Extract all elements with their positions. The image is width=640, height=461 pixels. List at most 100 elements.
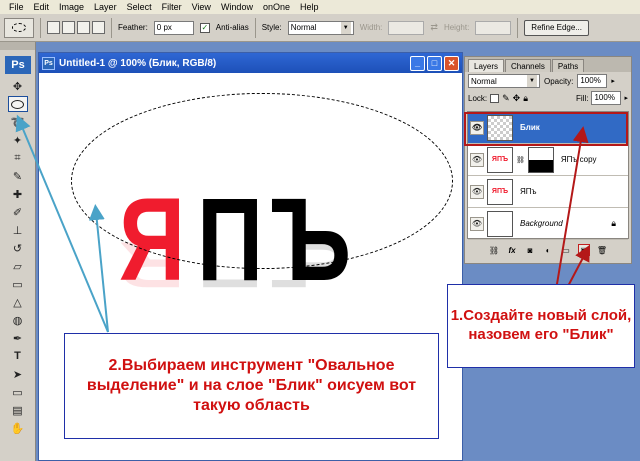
menu-view[interactable]: View — [187, 0, 216, 14]
selection-mode-group — [47, 21, 105, 34]
document-title: Untitled-1 @ 100% (Блик, RGB/8) — [59, 57, 217, 69]
menu-help[interactable]: Help — [295, 0, 324, 14]
healing-brush-tool-icon[interactable]: ✚ — [8, 186, 28, 202]
new-selection-button[interactable] — [47, 21, 60, 34]
crop-tool-icon[interactable]: ⌗ — [8, 150, 28, 166]
eye-icon[interactable]: 👁︎ — [470, 216, 484, 231]
menu-window[interactable]: Window — [216, 0, 258, 14]
layers-footer: ⛓ fx ◙ ◐ ▭ ▣ 🗑︎ — [467, 241, 629, 259]
type-tool-icon[interactable]: T — [8, 348, 28, 364]
layer-thumbnail — [487, 210, 513, 237]
brush-tool-icon[interactable]: ✐ — [8, 204, 28, 220]
antialias-checkbox[interactable]: ✓ — [199, 22, 210, 33]
shape-tool-icon[interactable]: ▭ — [8, 384, 28, 400]
add-selection-button[interactable] — [62, 21, 75, 34]
path-selection-tool-icon[interactable]: ➤ — [8, 366, 28, 382]
tool-preset-picker[interactable] — [4, 17, 34, 38]
menu-layer[interactable]: Layer — [89, 0, 122, 14]
fx-icon[interactable]: fx — [506, 244, 518, 256]
opacity-label: Opacity: — [544, 76, 574, 86]
tools-panel: Ps ✥ ➰ ✦ ⌗ ✎ ✚ ✐ ⊥ ↺ ▱ ▭ △ ◍ ✒ T ➤ ▭ ▤ ✋ — [0, 42, 36, 461]
hand-tool-icon[interactable]: ✋ — [8, 420, 28, 436]
menu-file[interactable]: File — [4, 0, 29, 14]
divider — [517, 17, 519, 38]
pen-tool-icon[interactable]: ✒ — [8, 330, 28, 346]
window-buttons: _ □ ✕ — [410, 55, 462, 71]
feather-input[interactable]: 0 px — [153, 20, 194, 35]
selected-layer-highlight — [464, 112, 628, 146]
tab-layers[interactable]: Layers — [468, 59, 505, 72]
ps-document-icon: Ps — [42, 56, 55, 70]
layer-thumbnail: ЯПЪ — [487, 146, 513, 173]
move-tool-icon[interactable]: ✥ — [8, 78, 28, 94]
opacity-input[interactable]: 100% — [577, 74, 608, 88]
move-lock-icon[interactable]: ✥ — [513, 93, 521, 104]
layers-panel-tabs: Layers Channels Paths — [465, 57, 631, 72]
notes-tool-icon[interactable]: ▤ — [8, 402, 28, 418]
trash-icon[interactable]: 🗑︎ — [596, 244, 608, 256]
chevron-down-icon: ▼ — [340, 21, 351, 34]
tab-channels[interactable]: Channels — [505, 59, 551, 72]
fill-arrow-icon[interactable]: ▸ — [624, 94, 628, 102]
opacity-arrow-icon[interactable]: ▸ — [611, 77, 615, 85]
layer-name: ЯПъ — [520, 187, 537, 196]
elliptical-selection — [71, 93, 453, 269]
mask-icon[interactable]: ◙ — [524, 244, 536, 256]
height-label: Height: — [443, 23, 470, 32]
eye-icon[interactable]: 👁︎ — [470, 152, 484, 167]
lock-transparency-checkbox[interactable] — [490, 93, 500, 103]
fill-label: Fill: — [576, 93, 589, 103]
group-icon[interactable]: ▭ — [560, 244, 572, 256]
adjustment-icon[interactable]: ◐ — [542, 244, 554, 256]
magic-wand-tool-icon[interactable]: ✦ — [8, 132, 28, 148]
layer-mask-thumbnail[interactable] — [527, 146, 554, 173]
gradient-tool-icon[interactable]: ▭ — [8, 276, 28, 292]
clone-stamp-tool-icon[interactable]: ⊥ — [8, 222, 28, 238]
blend-options-row: Normal ▼ Opacity: 100% ▸ — [465, 72, 631, 90]
layer-row-yapb[interactable]: 👁︎ ЯПЪ ЯПъ — [468, 176, 628, 208]
eraser-tool-icon[interactable]: ▱ — [8, 258, 28, 274]
menu-edit[interactable]: Edit — [29, 0, 55, 14]
layer-name: ЯПъ copy — [560, 155, 597, 164]
height-input[interactable] — [475, 20, 512, 35]
close-button[interactable]: ✕ — [444, 55, 459, 71]
brush-lock-icon[interactable]: ✎ — [502, 93, 510, 104]
lock-row: Lock: ✎ ✥ 🔒︎ Fill: 100% ▸ — [465, 90, 631, 106]
layer-row-background[interactable]: 👁︎ Background 🔒︎ — [468, 208, 628, 240]
menu-select[interactable]: Select — [122, 0, 157, 14]
new-layer-icon[interactable]: ▣ — [578, 244, 590, 256]
document-titlebar[interactable]: Ps Untitled-1 @ 100% (Блик, RGB/8) _ □ ✕ — [39, 53, 462, 73]
lock-label: Lock: — [468, 93, 488, 103]
link-icon[interactable]: ⛓ — [488, 244, 500, 256]
blend-mode-select[interactable]: Normal ▼ — [468, 74, 540, 88]
layer-row-yapb-copy[interactable]: 👁︎ ЯПЪ ⛓ ЯПъ copy — [468, 144, 628, 176]
menu-bar: File Edit Image Layer Select Filter View… — [0, 0, 640, 14]
dodge-tool-icon[interactable]: ◍ — [8, 312, 28, 328]
intersect-selection-button[interactable] — [92, 21, 105, 34]
layer-name: Background — [520, 219, 563, 228]
history-brush-tool-icon[interactable]: ↺ — [8, 240, 28, 256]
eye-icon[interactable]: 👁︎ — [470, 184, 484, 199]
style-select[interactable]: Normal ▼ — [287, 20, 354, 35]
lasso-tool-icon[interactable]: ➰ — [8, 114, 28, 130]
refine-edge-button[interactable]: Refine Edge... — [524, 19, 589, 36]
menu-onone[interactable]: onOne — [258, 0, 295, 14]
lock-all-icon[interactable]: 🔒︎ — [523, 93, 528, 104]
width-input[interactable] — [388, 20, 425, 35]
style-value: Normal — [290, 23, 317, 32]
elliptical-marquee-tool-icon[interactable] — [7, 96, 28, 112]
blend-mode-value: Normal — [471, 76, 497, 86]
eyedropper-tool-icon[interactable]: ✎ — [8, 168, 28, 184]
menu-image[interactable]: Image — [54, 0, 89, 14]
minimize-button[interactable]: _ — [410, 55, 425, 71]
menu-filter[interactable]: Filter — [157, 0, 187, 14]
swap-icon[interactable]: ⇄ — [430, 22, 438, 33]
maximize-button[interactable]: □ — [427, 55, 442, 71]
ps-logo: Ps — [5, 56, 31, 74]
blur-tool-icon[interactable]: △ — [8, 294, 28, 310]
panel-grip[interactable] — [0, 42, 35, 50]
tab-paths[interactable]: Paths — [551, 59, 585, 72]
subtract-selection-button[interactable] — [77, 21, 90, 34]
divider — [111, 17, 112, 38]
fill-input[interactable]: 100% — [591, 91, 622, 105]
